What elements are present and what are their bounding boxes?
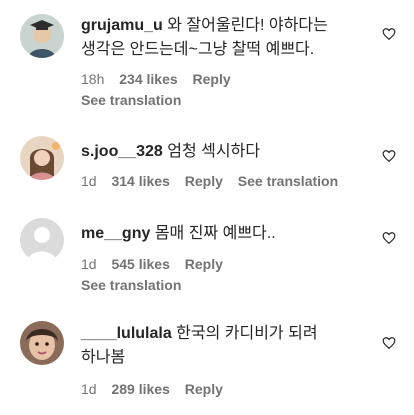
- comment-body: ____lululala 한국의 카디비가 되려 하나봄: [81, 322, 381, 370]
- heart-icon[interactable]: [382, 336, 396, 350]
- comment-time: 1d: [81, 381, 97, 397]
- comment-item: ____lululala 한국의 카디비가 되려 하나봄 1d 289 like…: [0, 0, 414, 415]
- likes-count[interactable]: 289 likes: [111, 381, 169, 397]
- comment-username[interactable]: ____lululala: [81, 325, 172, 342]
- comment-text: 하나봄: [81, 349, 126, 366]
- comment-meta: 1d 289 likes Reply: [81, 380, 234, 398]
- reply-button[interactable]: Reply: [185, 381, 223, 397]
- avatar[interactable]: [20, 321, 64, 365]
- face-avatar-icon: [20, 321, 64, 365]
- comment-text: 한국의 카디비가 되려: [176, 325, 318, 342]
